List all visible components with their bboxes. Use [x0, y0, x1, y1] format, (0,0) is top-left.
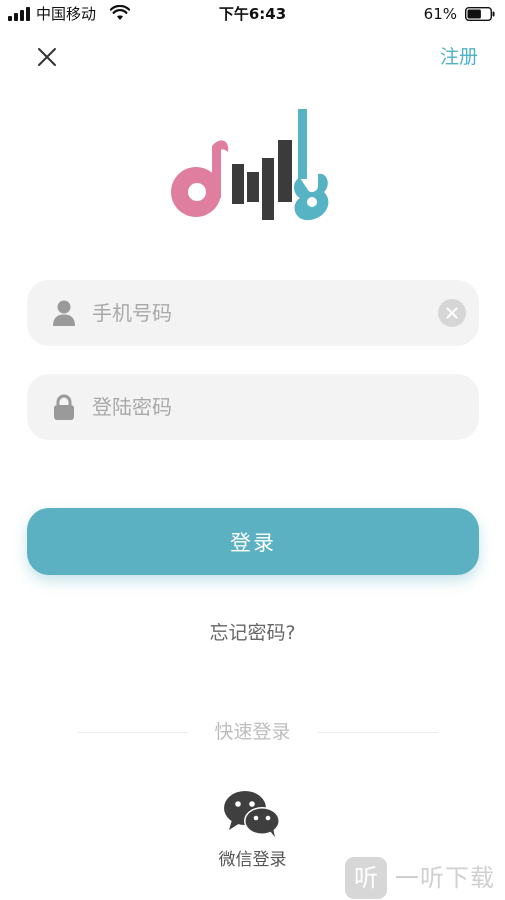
- lock-icon: [54, 394, 74, 420]
- battery-icon: [465, 7, 495, 21]
- clear-icon[interactable]: [438, 299, 466, 327]
- user-icon: [53, 300, 75, 326]
- password-input[interactable]: [92, 374, 432, 440]
- watermark-text: 一听下载: [395, 864, 495, 892]
- status-bar: 中国移动 下午6:43 61%: [0, 0, 505, 28]
- forgot-password-link[interactable]: 忘记密码?: [209, 622, 295, 644]
- close-icon[interactable]: [34, 44, 60, 70]
- password-field[interactable]: [27, 374, 479, 440]
- watermark: 听 一听下载: [345, 857, 505, 900]
- forgot-password-row: 忘记密码?: [0, 618, 505, 648]
- phone-input[interactable]: [92, 280, 432, 346]
- phone-field[interactable]: [27, 280, 479, 346]
- register-link[interactable]: 注册: [440, 44, 478, 70]
- music-logo-icon: [171, 109, 329, 221]
- login-button[interactable]: 登录: [27, 508, 479, 575]
- divider-right: [318, 732, 438, 733]
- battery-percent: 61%: [423, 5, 457, 23]
- watermark-icon: 听: [345, 857, 387, 899]
- wechat-icon[interactable]: [222, 790, 282, 838]
